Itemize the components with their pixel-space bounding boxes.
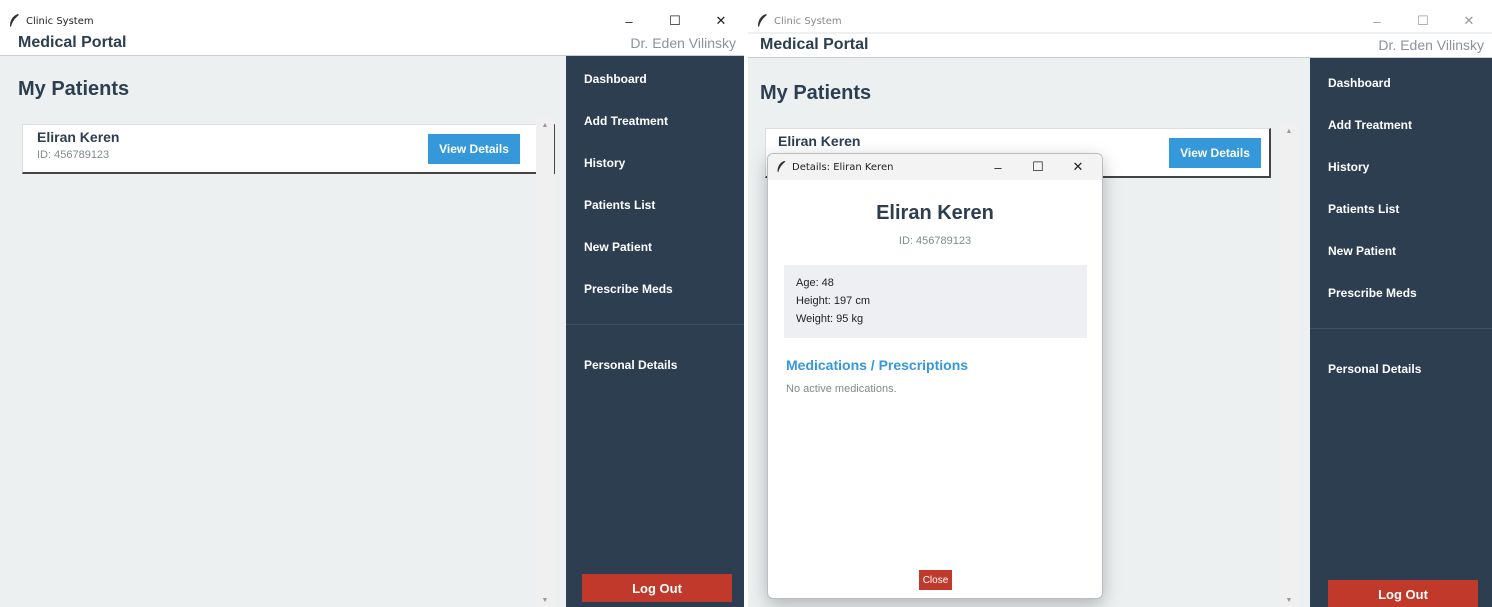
sidebar-item-prescribe-meds[interactable]: Prescribe Meds — [584, 282, 673, 296]
sidebar-item-new-patient[interactable]: New Patient — [584, 240, 652, 254]
dialog-patient-name: Eliran Keren — [876, 202, 994, 224]
maximize-button[interactable]: ☐ — [652, 10, 698, 32]
patient-name: Eliran Keren — [37, 129, 120, 145]
sidebar-item-add-treatment[interactable]: Add Treatment — [584, 114, 668, 128]
patient-name: Eliran Keren — [778, 133, 861, 149]
window-title: Clinic System — [774, 15, 842, 27]
scroll-up-icon[interactable]: ▲ — [1280, 124, 1298, 138]
scrollbar[interactable]: ▲ ▼ — [1280, 124, 1298, 607]
maximize-button[interactable]: ☐ — [1400, 10, 1446, 32]
dialog-title: Details: Eliran Keren — [792, 161, 894, 173]
patient-weight: Weight: 95 kg — [796, 313, 864, 325]
minimize-button[interactable]: – — [606, 10, 652, 32]
window-title: Clinic System — [26, 15, 94, 27]
sidebar: Dashboard Add Treatment History Patients… — [566, 56, 744, 607]
app-header: Medical Portal Dr. Eden Vilinsky — [748, 34, 1492, 58]
sidebar-item-add-treatment[interactable]: Add Treatment — [1328, 118, 1412, 132]
page-title: My Patients — [760, 82, 872, 104]
maximize-button[interactable]: ☐ — [1018, 154, 1058, 180]
close-dialog-button[interactable]: ✕ — [1058, 154, 1098, 180]
feather-icon — [774, 160, 788, 174]
patients-panel: My Patients Eliran Keren ID: 456789123 V… — [0, 56, 566, 607]
minimize-button[interactable]: – — [1354, 10, 1400, 32]
sidebar-item-dashboard[interactable]: Dashboard — [584, 72, 647, 86]
patient-age: Age: 48 — [796, 277, 834, 289]
main-window-left: Clinic System – ☐ ✕ Medical Portal Dr. E… — [0, 10, 744, 607]
sidebar-item-dashboard[interactable]: Dashboard — [1328, 76, 1391, 90]
logout-button[interactable]: Log Out — [1328, 580, 1478, 607]
sidebar-item-history[interactable]: History — [584, 156, 625, 170]
user-name: Dr. Eden Vilinsky — [1378, 37, 1484, 53]
dialog-patient-id: ID: 456789123 — [898, 235, 972, 247]
scroll-up-icon[interactable]: ▲ — [536, 118, 554, 132]
sidebar-item-patients-list[interactable]: Patients List — [1328, 202, 1399, 216]
sidebar-item-patients-list[interactable]: Patients List — [584, 198, 655, 212]
patient-id: ID: 456789123 — [37, 149, 110, 161]
portal-title: Medical Portal — [18, 34, 127, 51]
patient-details-dialog: Details: Eliran Keren – ☐ ✕ Eliran Keren… — [767, 153, 1103, 599]
sidebar-item-history[interactable]: History — [1328, 160, 1369, 174]
close-button[interactable]: Close — [919, 570, 952, 590]
user-name: Dr. Eden Vilinsky — [630, 35, 736, 51]
sidebar-divider — [566, 324, 744, 325]
sidebar-item-personal-details[interactable]: Personal Details — [1328, 362, 1421, 376]
scrollbar[interactable]: ▲ ▼ — [536, 118, 554, 607]
logout-button[interactable]: Log Out — [582, 574, 732, 602]
scroll-down-icon[interactable]: ▼ — [1280, 593, 1298, 607]
close-window-button[interactable]: ✕ — [1446, 10, 1492, 32]
page-title: My Patients — [18, 78, 130, 100]
close-window-button[interactable]: ✕ — [698, 10, 744, 32]
dialog-titlebar[interactable]: Details: Eliran Keren – ☐ ✕ — [768, 154, 1102, 180]
window-titlebar[interactable]: Clinic System – ☐ ✕ — [748, 10, 1492, 32]
feather-icon — [6, 13, 22, 29]
medications-empty-text: No active medications. — [786, 383, 897, 395]
sidebar-item-prescribe-meds[interactable]: Prescribe Meds — [1328, 286, 1417, 300]
view-details-button[interactable]: View Details — [1169, 138, 1261, 168]
patient-height: Height: 197 cm — [796, 295, 870, 307]
sidebar-item-new-patient[interactable]: New Patient — [1328, 244, 1396, 258]
patient-stats-box: Age: 48 Height: 197 cm Weight: 95 kg — [784, 265, 1087, 338]
sidebar-divider — [1310, 328, 1492, 329]
window-titlebar[interactable]: Clinic System – ☐ ✕ — [0, 10, 744, 32]
scroll-down-icon[interactable]: ▼ — [536, 593, 554, 607]
sidebar: Dashboard Add Treatment History Patients… — [1310, 58, 1492, 607]
app-header: Medical Portal Dr. Eden Vilinsky — [0, 32, 744, 56]
feather-icon — [754, 13, 770, 29]
portal-title: Medical Portal — [760, 36, 869, 53]
minimize-button[interactable]: – — [978, 154, 1018, 180]
sidebar-item-personal-details[interactable]: Personal Details — [584, 358, 677, 372]
view-details-button[interactable]: View Details — [428, 134, 520, 164]
medications-heading: Medications / Prescriptions — [786, 357, 969, 373]
patient-card: Eliran Keren ID: 456789123 View Details — [22, 124, 555, 174]
